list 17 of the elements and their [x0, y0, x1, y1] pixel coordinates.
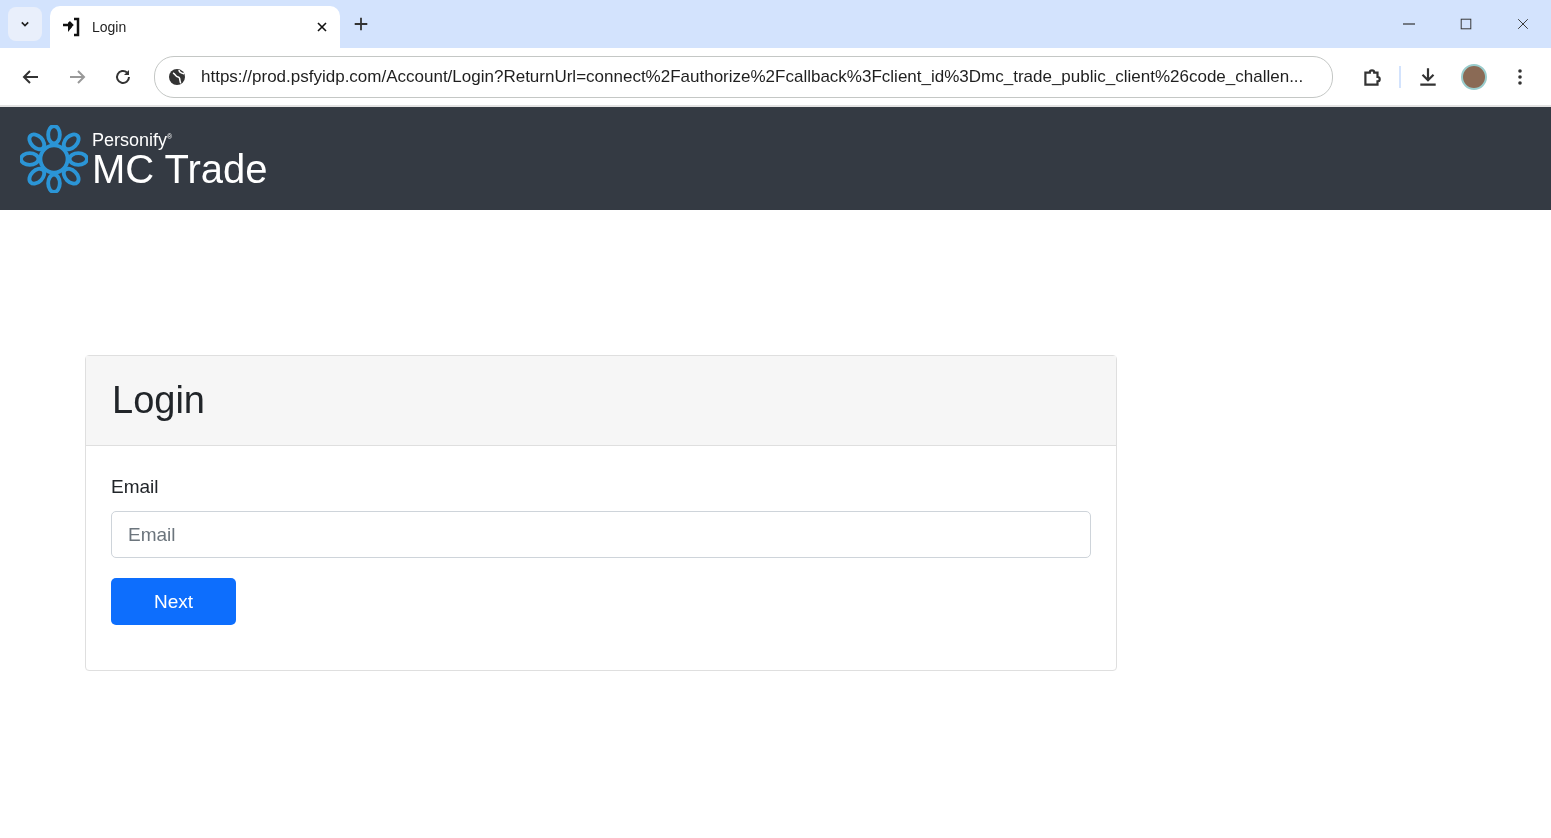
address-bar[interactable]: https://prod.psfyidp.com/Account/Login?ReturnUrl=connect%2Fauthorize%2Fcallback%3Fclient_id%3Dmc_trade_public_client%26code_challen... — [154, 55, 1333, 98]
minimize-icon — [1402, 23, 1415, 25]
card-title: Login — [112, 379, 205, 422]
next-button[interactable]: Next — [111, 578, 236, 625]
sign-in-icon — [60, 17, 82, 37]
avatar-icon — [1461, 63, 1487, 90]
download-icon — [1417, 65, 1439, 88]
browser-tab[interactable]: Login — [50, 6, 340, 48]
email-field[interactable]: Email — [111, 511, 1091, 558]
globe-icon — [167, 66, 187, 87]
product-name: MC Trade — [92, 149, 268, 189]
flower-logo-icon — [20, 124, 88, 193]
plus-icon — [352, 15, 370, 33]
email-label: Email — [111, 476, 160, 498]
brand-name: Personify$^{®}$ — [92, 129, 174, 149]
more-icon — [1518, 68, 1522, 85]
url-text: https://prod.psfyidp.com/Account/Login?ReturnUrl=connect%2Fauthorize%2Fcallback%3Fclient_id%3Dmc_trade_public_client%26code_challen... — [201, 66, 1304, 87]
